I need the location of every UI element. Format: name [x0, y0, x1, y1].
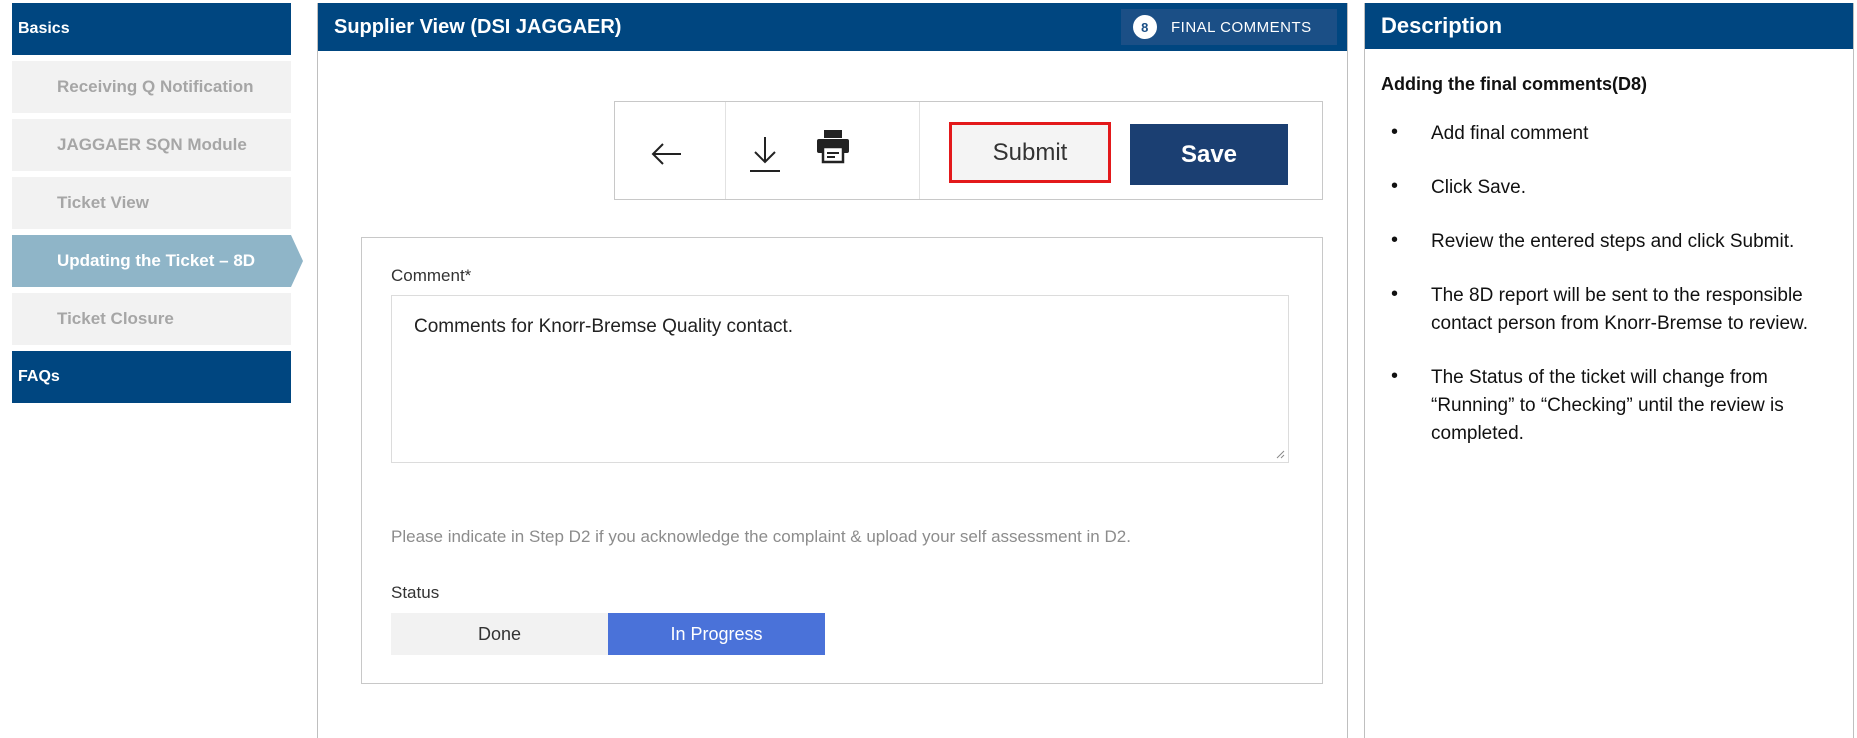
- supplier-view-title: Supplier View (DSI JAGGAER): [334, 16, 622, 38]
- description-title: Adding the final comments(D8): [1381, 74, 1648, 94]
- status-label: Status: [391, 583, 440, 602]
- status-option-done[interactable]: Done: [391, 613, 608, 655]
- status-option-in-progress[interactable]: In Progress: [608, 613, 825, 655]
- save-button[interactable]: Save: [1130, 124, 1288, 185]
- list-item: • The Status of the ticket will change fr…: [1391, 365, 1784, 444]
- step-label: FINAL COMMENTS: [1171, 18, 1312, 36]
- step-indicator: 8 FINAL COMMENTS: [1121, 9, 1337, 45]
- list-item: • Review the entered steps and click Subm…: [1391, 229, 1795, 252]
- nav-item-ticket-view[interactable]: Ticket View: [12, 177, 291, 229]
- list-item: • The 8D report will be sent to the respo…: [1391, 283, 1808, 334]
- comment-value: Comments for Knorr-Bremse Quality contac…: [414, 316, 794, 337]
- description-steps: • Add final comment • Click Save. • Review …: [1381, 120, 1841, 474]
- supplier-view-header: Supplier View (DSI JAGGAER) 8 FINAL COMM…: [318, 3, 1347, 51]
- download-icon[interactable]: [743, 132, 787, 176]
- action-toolbar: Submit Save: [614, 101, 1323, 200]
- comment-label: Comment*: [391, 266, 472, 285]
- list-item: • Click Save.: [1391, 175, 1527, 198]
- nav-item-receiving-q-notification[interactable]: Receiving Q Notification: [12, 61, 291, 113]
- nav-item-updating-ticket-8d[interactable]: Updating the Ticket – 8D: [12, 235, 303, 287]
- comment-textarea[interactable]: Comments for Knorr-Bremse Quality contac…: [391, 295, 1289, 463]
- printer-icon[interactable]: [811, 124, 855, 168]
- supplier-view-panel: Supplier View (DSI JAGGAER) 8 FINAL COMM…: [317, 3, 1348, 738]
- description-header: Description: [1365, 3, 1853, 49]
- nav-section-faqs[interactable]: FAQs: [12, 351, 291, 403]
- nav-item-ticket-closure[interactable]: Ticket Closure: [12, 293, 291, 345]
- form-hint-text: Please indicate in Step D2 if you acknow…: [391, 527, 1131, 546]
- submit-button[interactable]: Submit: [949, 122, 1111, 183]
- nav-section-basics[interactable]: Basics: [12, 3, 291, 55]
- step-number-badge: 8: [1133, 15, 1157, 39]
- left-navigation: Basics Receiving Q Notification JAGGAER …: [12, 3, 303, 403]
- nav-item-jaggaer-sqn-module[interactable]: JAGGAER SQN Module: [12, 119, 291, 171]
- final-comments-form: Comment* Comments for Knorr-Bremse Quali…: [361, 237, 1323, 684]
- list-item: • Add final comment: [1391, 121, 1589, 144]
- description-panel: Description Adding the final comments(D8…: [1364, 3, 1854, 738]
- resize-handle-icon[interactable]: [1275, 449, 1285, 459]
- arrow-left-icon[interactable]: [645, 132, 689, 176]
